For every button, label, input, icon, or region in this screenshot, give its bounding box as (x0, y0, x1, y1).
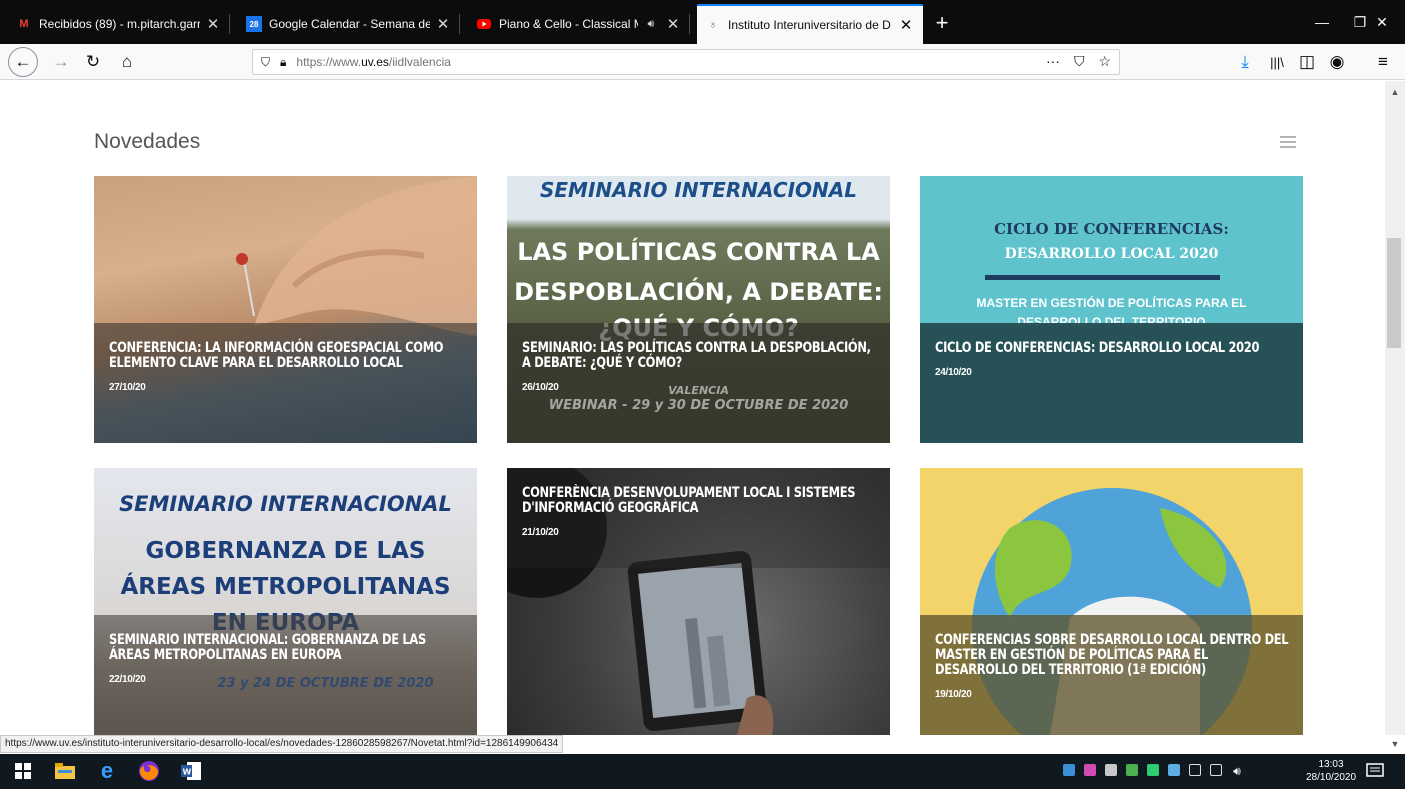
tab-title: Instituto Interuniversitario de D (728, 18, 891, 32)
close-tab-icon[interactable]: ✕ (897, 16, 915, 34)
back-arrow-icon: ← (8, 47, 38, 77)
poster-text: DESARROLLO LOCAL 2020 (1004, 246, 1219, 262)
close-tab-icon[interactable]: ✕ (204, 15, 222, 33)
tab-calendar[interactable]: 28 Google Calendar - Semana del ✕ (238, 4, 460, 44)
poster-text: CICLO DE CONFERENCIAS: (994, 220, 1229, 238)
news-card[interactable]: CICLO DE CONFERENCIAS: DESARROLLO LOCAL … (920, 176, 1303, 443)
tray-app-icon[interactable] (1126, 764, 1138, 776)
file-explorer-icon[interactable] (54, 760, 76, 782)
news-card[interactable]: Conferencia: La información geoespacial … (94, 176, 477, 443)
card-title: Seminario internacional: Gobernanza de l… (109, 632, 426, 663)
tab-title: Recibidos (89) - m.pitarch.garr (39, 17, 200, 31)
poster-text: WEBINAR - 29 y 30 DE OCTUBRE DE 2020 (548, 398, 849, 413)
section-title: Novedades (94, 130, 201, 153)
tab-gmail[interactable]: M Recibidos (89) - m.pitarch.garr ✕ (8, 4, 230, 44)
tray-battery-icon[interactable] (1189, 764, 1201, 776)
close-tab-icon[interactable]: ✕ (434, 15, 452, 33)
tray-gmail-icon[interactable] (1084, 764, 1096, 776)
card-date: 27/10/20 (109, 382, 146, 393)
poster-text: MASTER EN GESTIÓN DE POLÍTICAS PARA EL (976, 296, 1247, 310)
url-path: /iidlvalencia (388, 55, 451, 69)
poster-text: LAS POLÍTICAS CONTRA LA (517, 238, 880, 266)
library-icon[interactable]: |||\ (1262, 47, 1292, 77)
page-actions-icon[interactable]: ··· (1046, 53, 1060, 70)
firefox-icon[interactable] (138, 760, 160, 782)
system-clock[interactable]: 13:03 28/10/2020 (1306, 758, 1356, 784)
page-scrollbar[interactable] (1385, 81, 1405, 735)
window-close-icon[interactable]: ✕ (1360, 0, 1404, 44)
lock-icon[interactable]: 🔒︎ (280, 55, 286, 70)
news-card[interactable]: SEMINARIO INTERNACIONAL LAS POLÍTICAS CO… (507, 176, 890, 443)
edge-icon[interactable]: e (96, 758, 118, 783)
tray-network-icon[interactable] (1105, 764, 1117, 776)
windows-start-icon[interactable] (12, 760, 34, 782)
word-icon[interactable]: W (180, 760, 202, 782)
clock-date: 28/10/2020 (1306, 772, 1357, 783)
news-card[interactable]: Conferencias sobre desarrollo local dent… (920, 468, 1303, 735)
tab-youtube[interactable]: Piano & Cello - Classical M 🔊︎ ✕ (468, 4, 690, 44)
menu-icon[interactable]: ≡ (1368, 47, 1398, 77)
card-date: 19/10/20 (935, 689, 972, 700)
scroll-up-icon[interactable]: ▲ (1385, 84, 1405, 100)
poster-text: DESPOBLACIÓN, A DEBATE: (514, 278, 883, 306)
poster-text: SEMINARIO INTERNACIONAL (119, 492, 452, 516)
sidebar-icon[interactable]: ◫ (1292, 47, 1322, 77)
poster-divider (985, 275, 1220, 280)
navigation-bar: ← → ↻ ⌂ ⛉ 🔒︎ https://www. uv.es/iidlvalen… (0, 44, 1405, 80)
tray-app-icon[interactable] (1168, 764, 1180, 776)
tray-app-icon[interactable] (1147, 764, 1159, 776)
url-domain: uv.es (361, 55, 389, 69)
speaker-icon[interactable]: 🔊︎ (642, 18, 660, 31)
download-icon[interactable]: ⤓ (1230, 47, 1260, 77)
news-card[interactable]: SEMINARIO INTERNACIONAL GOBERNANZA DE LA… (94, 468, 477, 735)
reload-icon[interactable]: ↻ (78, 47, 108, 77)
poster-text: VALENCIA (668, 384, 729, 397)
poster-text: SEMINARIO INTERNACIONAL (539, 178, 857, 202)
card-title: Conferencias sobre desarrollo local dent… (935, 632, 1289, 678)
poster-text: 23 y 24 DE OCTUBRE DE 2020 (217, 676, 434, 691)
news-card[interactable]: Conferència desenvolupament local i sist… (507, 468, 890, 735)
new-tab-button[interactable]: + (926, 4, 958, 42)
home-icon[interactable]: ⌂ (112, 47, 142, 77)
address-bar[interactable]: ⛉ 🔒︎ https://www. uv.es/iidlvalencia ··· … (252, 49, 1120, 75)
scroll-down-icon[interactable]: ▼ (1385, 736, 1405, 752)
shield-icon[interactable]: ⛉ (261, 55, 270, 70)
card-title: Conferència desenvolupament local i sist… (522, 485, 856, 516)
tray-display-icon[interactable] (1210, 764, 1222, 776)
notification-icon[interactable] (1364, 760, 1386, 782)
bookmark-star-icon[interactable]: ☆ (1098, 53, 1111, 70)
card-date: 21/10/20 (522, 527, 559, 538)
youtube-icon (476, 16, 492, 32)
clock-time: 13:03 (1318, 759, 1344, 770)
card-date: 24/10/20 (935, 367, 972, 378)
back-button[interactable]: ← (8, 47, 38, 77)
card-title: Conferencia: La información geoespacial … (109, 340, 444, 371)
tab-title: Google Calendar - Semana del (269, 17, 430, 31)
volume-icon[interactable]: 🔊︎ (1226, 760, 1248, 782)
status-url: https://www.uv.es/instituto-interunivers… (0, 735, 564, 753)
forward-icon[interactable]: → (46, 47, 76, 77)
card-title: Seminario: Las políticas contra la despo… (522, 340, 871, 371)
url-prefix: https://www. (296, 55, 362, 69)
gmail-icon: M (19, 18, 29, 30)
account-icon[interactable]: ◉ (1322, 47, 1352, 77)
tray-app-icon[interactable] (1063, 764, 1075, 776)
close-tab-icon[interactable]: ✕ (664, 15, 682, 33)
poster-text: GOBERNANZA DE LAS (145, 538, 426, 564)
taskbar: e W 🔊︎ 13:03 28/10/2020 (0, 754, 1405, 789)
card-title: Ciclo de conferencias: Desarrollo local … (935, 340, 1260, 356)
pocket-icon[interactable]: ⛉ (1074, 53, 1085, 70)
scrollbar-thumb[interactable] (1387, 238, 1401, 348)
tab-bar: M Recibidos (89) - m.pitarch.garr ✕ 28 G… (0, 0, 1405, 44)
page-content: Novedades Conferencia: La información ge… (0, 81, 1385, 735)
svg-text:W: W (183, 768, 192, 777)
calendar-icon: 28 (246, 16, 262, 32)
hamburger-icon[interactable] (1280, 136, 1296, 151)
tab-title: Piano & Cello - Classical M (499, 17, 638, 31)
tab-instituto[interactable]: ♁ Instituto Interuniversitario de D ✕ (697, 4, 923, 44)
institute-icon: ♁ (708, 19, 718, 31)
poster-text: ÁREAS METROPOLITANAS (120, 574, 451, 600)
